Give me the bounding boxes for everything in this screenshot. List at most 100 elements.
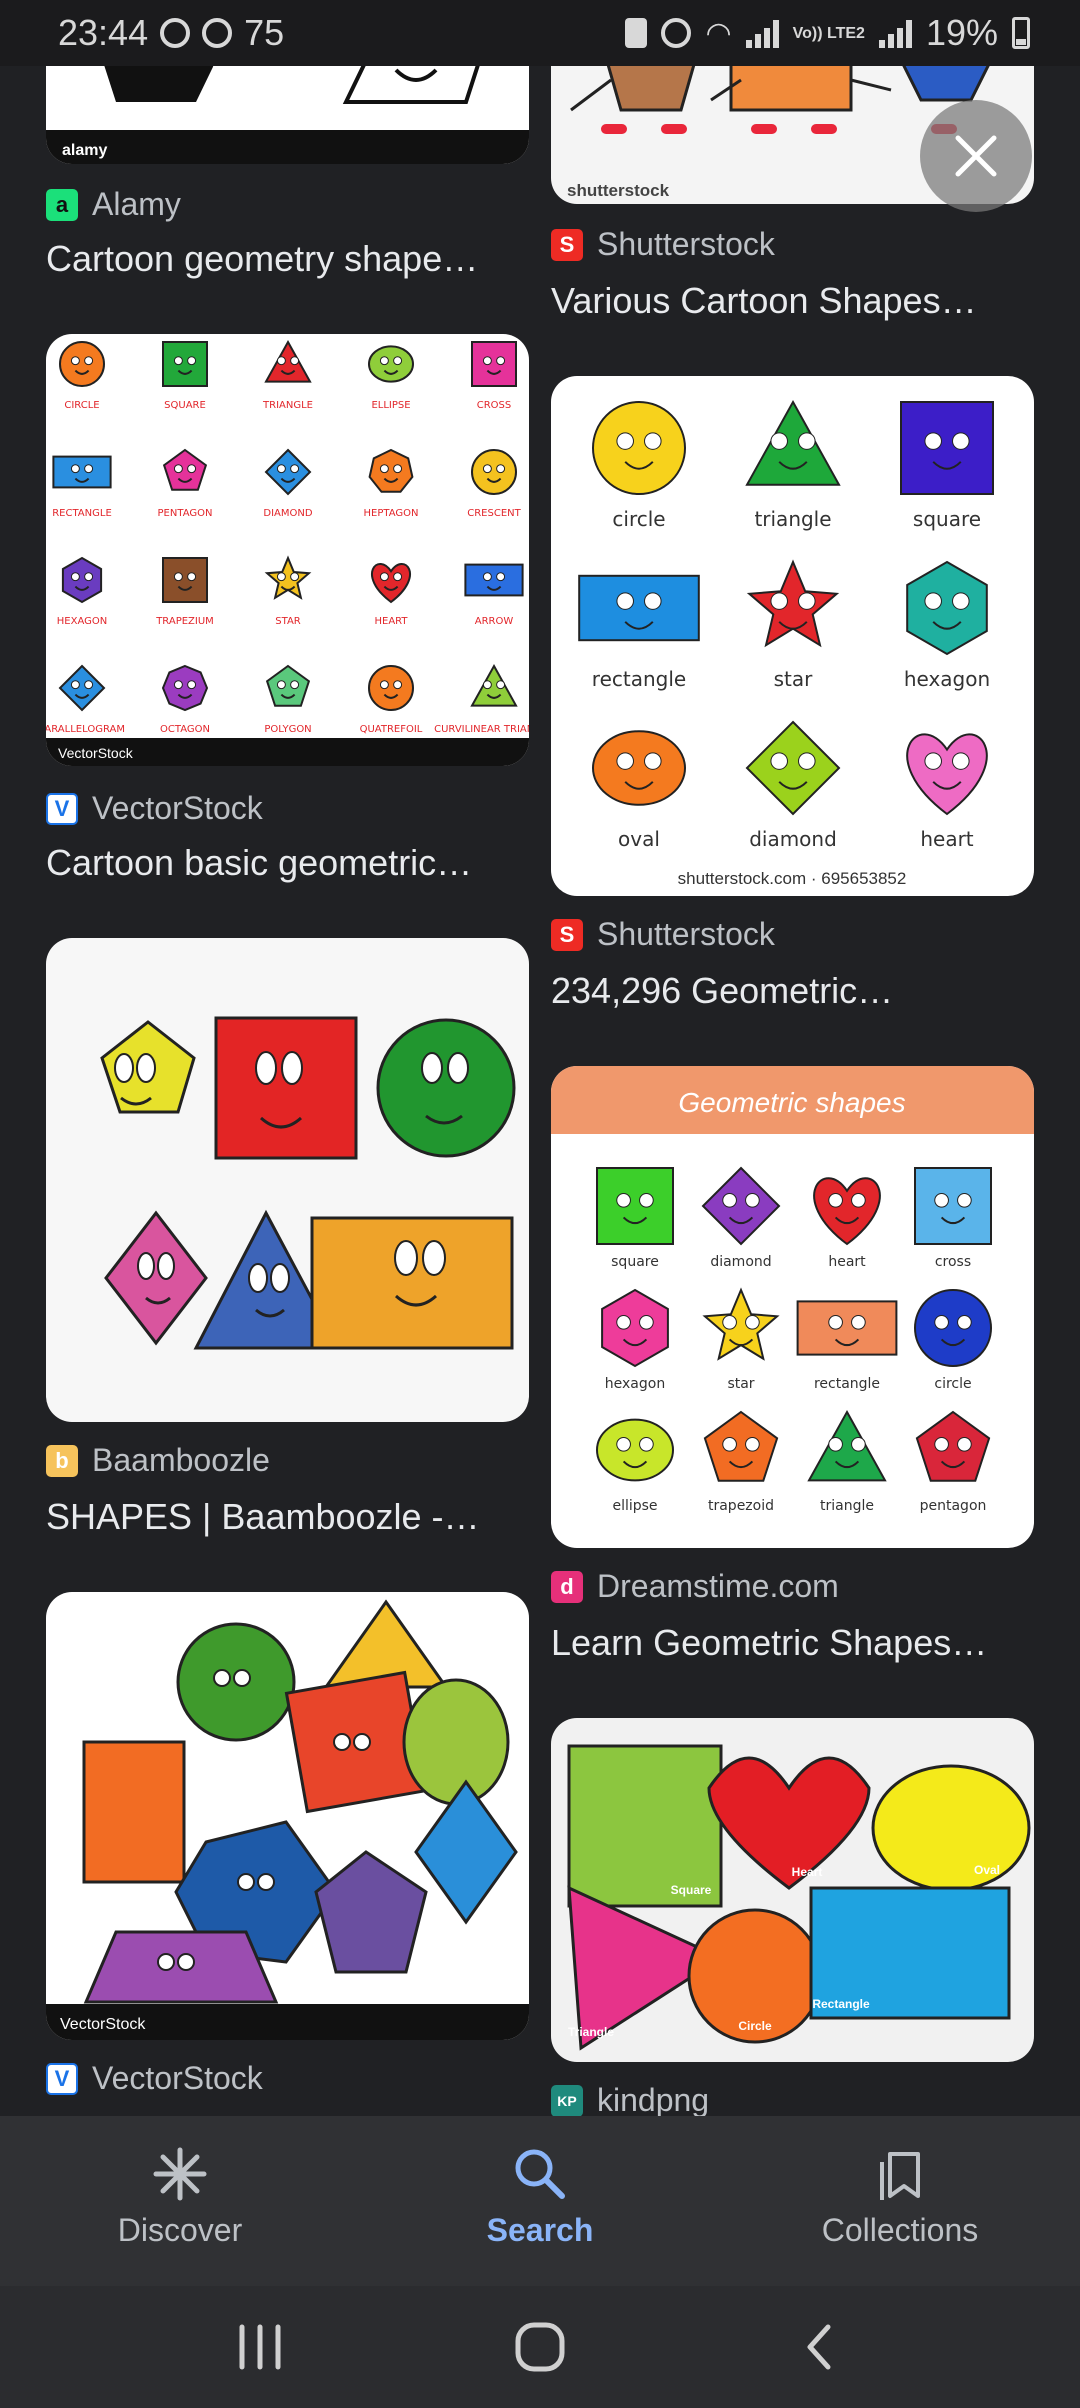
shape-figure [701, 1166, 781, 1246]
battery-icon [1012, 17, 1030, 49]
watermark-text: shutterstock [567, 181, 670, 200]
shape-label: diamond [749, 827, 837, 851]
result-image-vectorstock[interactable]: CIRCLE SQUARE TRIANGLE ELLIPSE CROSS RECTANGL… [46, 334, 529, 766]
shape-figure [162, 341, 208, 387]
shape-label: square [913, 507, 981, 531]
shape-label: star [774, 667, 814, 691]
shape-figure [371, 562, 411, 604]
shape-figure [265, 664, 311, 707]
shape-figure [578, 574, 700, 642]
result-image-dreamstime[interactable]: Geometric shapes square diamond heart cross… [551, 1066, 1034, 1548]
shape-label: cross [935, 1254, 971, 1270]
shape-label: Triangle [568, 2025, 614, 2039]
close-button[interactable] [920, 100, 1032, 212]
shape-label: trapezoid [708, 1498, 774, 1514]
shape-figure [596, 1418, 674, 1482]
result-image-baamboozle[interactable] [46, 938, 529, 1422]
status-bar: 23:44 75 ◠ Vo)) LTE2 19% [0, 0, 1080, 66]
shapes-grid-thumbnail: circle triangle square rectangle star hexagon… [578, 399, 994, 888]
shape-figure [745, 399, 841, 486]
shape-figure [596, 1167, 674, 1245]
shape-figure [264, 448, 312, 496]
shape-label: RECTANGLE [52, 508, 112, 519]
result-source[interactable]: d Dreamstime.com [551, 1568, 839, 1605]
home-icon[interactable] [510, 2317, 570, 2377]
shape-label: STAR [275, 616, 301, 627]
close-icon [955, 135, 997, 177]
shapes-faces-thumbnail [100, 1016, 516, 1350]
shape-label: pentagon [920, 1498, 987, 1514]
shape-figure [59, 341, 105, 387]
shape-label: HEART [374, 616, 408, 627]
result-source[interactable]: V VectorStock [46, 2060, 263, 2097]
shape-figure [900, 401, 994, 495]
shape-figure [471, 449, 517, 495]
result-title[interactable]: Cartoon basic geometric… [46, 842, 472, 884]
whatsapp-icon [202, 18, 233, 48]
shape-figure [592, 401, 686, 495]
result-source[interactable]: b Baamboozle [46, 1442, 270, 1479]
shape-label: triangle [820, 1498, 874, 1514]
banner-title: Geometric shapes [678, 1087, 905, 1118]
wifi-icon: ◠ [705, 16, 732, 50]
bottom-navigation: Discover Search Collections [0, 2116, 1080, 2286]
result-image-shutterstock-shapes[interactable]: circle triangle square rectangle star hexagon… [551, 376, 1034, 896]
shape-figure [703, 1410, 779, 1482]
result-image-kindpng[interactable]: Square Heart Oval Triangle Circle Rectangle [551, 1718, 1034, 2062]
back-icon[interactable] [790, 2317, 850, 2377]
result-title[interactable]: SHAPES | Baamboozle -… [46, 1496, 480, 1538]
shape-label: POLYGON [264, 724, 311, 735]
system-navigation-bar [0, 2286, 1080, 2408]
shape-label: ARROW [475, 616, 514, 627]
result-source[interactable]: S Shutterstock [551, 226, 775, 263]
watermark-text: alamy [62, 142, 107, 159]
shape-figure [745, 720, 841, 816]
shape-label: hexagon [904, 667, 990, 691]
shape-label: CRESCENT [467, 508, 521, 519]
result-source[interactable]: V VectorStock [46, 790, 263, 827]
nav-discover[interactable]: Discover [0, 2116, 360, 2286]
signal-icon [745, 18, 779, 48]
watermark-text: shutterstock.com · 695653852 [678, 869, 907, 888]
result-source[interactable]: S Shutterstock [551, 916, 775, 953]
shape-figure [601, 1288, 669, 1368]
shape-label: circle [612, 507, 665, 531]
recent-apps-icon[interactable] [230, 2317, 290, 2377]
alamy-favicon: a [46, 188, 78, 221]
watermark-text: VectorStock [58, 745, 134, 761]
shape-label: star [727, 1376, 754, 1392]
shape-label: HEPTAGON [364, 508, 419, 519]
vectorstock-favicon: V [46, 2062, 78, 2095]
result-source[interactable]: a Alamy [46, 186, 181, 223]
shape-figure [471, 341, 517, 387]
result-title[interactable]: Learn Geometric Shapes… [551, 1622, 987, 1664]
nav-search[interactable]: Search [360, 2116, 720, 2286]
shape-figure [264, 555, 312, 600]
baamboozle-favicon: b [46, 1444, 78, 1477]
result-title[interactable]: Cartoon geometry shape… [46, 238, 478, 280]
result-source[interactable]: KP kindpng [551, 2082, 709, 2119]
dreamstime-favicon: d [551, 1570, 583, 1603]
shape-figure [368, 665, 414, 711]
shape-label: circle [934, 1376, 971, 1392]
whatsapp-icon [160, 18, 191, 48]
result-title[interactable]: Various Cartoon Shapes… [551, 280, 977, 322]
shapes-faces-thumbnail: Square Heart Oval Triangle Circle Rectangle [567, 1744, 1031, 2051]
shape-figure [746, 559, 840, 648]
shape-figure [796, 1300, 898, 1356]
shape-label: rectangle [814, 1376, 880, 1392]
nav-collections[interactable]: Collections [720, 2116, 1080, 2286]
shape-figure [914, 1167, 992, 1245]
shape-figure [906, 560, 988, 656]
shape-label: SQUARE [164, 400, 206, 411]
shape-figure [264, 339, 312, 383]
shapes-grid-thumbnail: CIRCLE SQUARE TRIANGLE ELLIPSE CROSS RECTANGL… [46, 339, 529, 766]
shape-label: Oval [974, 1863, 1000, 1877]
shape-figure [592, 730, 686, 806]
shape-label: DIAMOND [263, 508, 312, 519]
result-image-vectorstock-crowd[interactable]: VectorStock [46, 1592, 529, 2040]
result-title[interactable]: 234,296 Geometric… [551, 970, 893, 1012]
shape-label: CROSS [477, 400, 512, 411]
shape-label: square [611, 1254, 659, 1270]
shape-figure [914, 1289, 992, 1367]
